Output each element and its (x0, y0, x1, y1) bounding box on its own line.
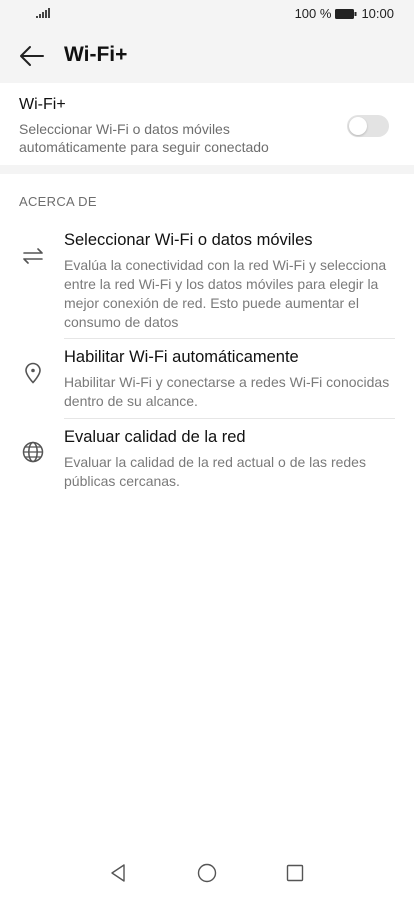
toggle-knob (349, 117, 367, 135)
status-right: 100 % 10:00 (295, 6, 394, 21)
arrow-left-icon (20, 46, 44, 66)
info-item-evaluate-network: Evaluar calidad de la red Evaluar la cal… (0, 428, 414, 490)
divider (64, 338, 395, 339)
info-title: Seleccionar Wi-Fi o datos móviles (64, 231, 313, 249)
info-item-select-wifi-data: Seleccionar Wi-Fi o datos móviles Evalúa… (0, 231, 414, 331)
recents-square-icon (286, 864, 304, 882)
info-title: Habilitar Wi-Fi automáticamente (64, 348, 299, 366)
switch-arrows-icon (20, 243, 46, 269)
battery-icon (335, 8, 357, 19)
signal-icon (36, 8, 50, 18)
home-circle-icon (197, 863, 217, 883)
info-item-enable-wifi-auto: Habilitar Wi-Fi automáticamente Habilita… (0, 348, 414, 410)
wifi-plus-description: Seleccionar Wi-Fi o datos móviles automá… (19, 121, 269, 155)
wifi-plus-setting[interactable]: Wi-Fi+ Seleccionar Wi-Fi o datos móviles… (0, 83, 414, 165)
globe-icon (20, 439, 46, 465)
info-title: Evaluar calidad de la red (64, 428, 246, 446)
nav-home-button[interactable] (196, 862, 218, 884)
wifi-plus-toggle[interactable] (347, 115, 389, 137)
about-section: ACERCA DE Seleccionar Wi-Fi o datos móvi… (0, 174, 414, 897)
battery-percent: 100 % (294, 6, 332, 21)
back-triangle-icon (111, 864, 125, 882)
wifi-plus-title: Wi-Fi+ (19, 96, 66, 113)
info-description: Evalúa la conectividad con la red Wi-Fi … (64, 257, 387, 330)
divider (64, 418, 395, 419)
status-bar: 100 % 10:00 (0, 0, 414, 28)
nav-back-button[interactable] (107, 862, 129, 884)
location-pin-icon (20, 360, 46, 386)
info-description: Habilitar Wi-Fi y conectarse a redes Wi-… (64, 374, 390, 409)
back-button[interactable] (18, 42, 46, 70)
page-title: Wi-Fi+ (64, 43, 128, 66)
clock: 10:00 (361, 6, 394, 21)
section-header-about: ACERCA DE (19, 194, 97, 209)
system-nav-bar (0, 845, 414, 897)
app-bar: Wi-Fi+ (0, 28, 414, 83)
info-description: Evaluar la calidad de la red actual o de… (64, 454, 366, 489)
nav-recents-button[interactable] (284, 862, 306, 884)
